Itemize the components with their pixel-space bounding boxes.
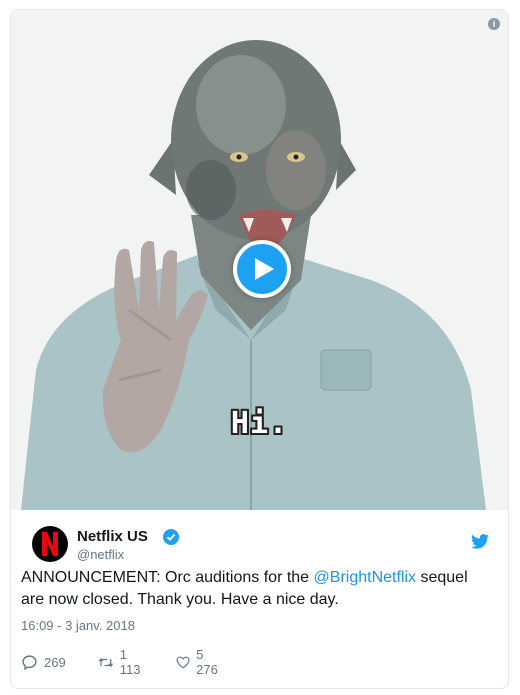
reply-count: 269 (44, 654, 66, 670)
video-caption: Hi. (230, 406, 289, 441)
tweet-timestamp[interactable]: 16:09 - 3 janv. 2018 (21, 618, 135, 633)
tweet-text: ANNOUNCEMENT: Orc auditions for the @Bri… (21, 567, 481, 611)
retweet-count: 1 113 (119, 647, 141, 677)
tweet-header: Netflix US @netflix (11, 510, 508, 570)
info-icon[interactable]: i (488, 18, 500, 30)
like-count: 5 276 (196, 647, 218, 677)
netflix-logo-icon (42, 532, 58, 556)
retweet-icon (98, 657, 114, 667)
twitter-bird-icon[interactable] (471, 534, 489, 549)
like-button[interactable]: 5 276 (176, 647, 222, 677)
heart-icon (176, 656, 190, 669)
play-button[interactable] (233, 240, 291, 298)
play-icon (255, 258, 274, 280)
mention-link[interactable]: @BrightNetflix (314, 569, 417, 586)
reply-icon (22, 654, 37, 670)
tweet-text-start: ANNOUNCEMENT: Orc auditions for the (21, 569, 314, 586)
author-handle[interactable]: @netflix (77, 547, 124, 562)
video-thumbnail[interactable]: i Hi. (11, 10, 508, 510)
avatar[interactable] (32, 526, 68, 562)
verified-badge-icon (163, 529, 179, 545)
reply-button[interactable]: 269 (21, 652, 66, 672)
retweet-button[interactable]: 1 113 (98, 647, 145, 677)
author-name[interactable]: Netflix US (77, 528, 148, 545)
